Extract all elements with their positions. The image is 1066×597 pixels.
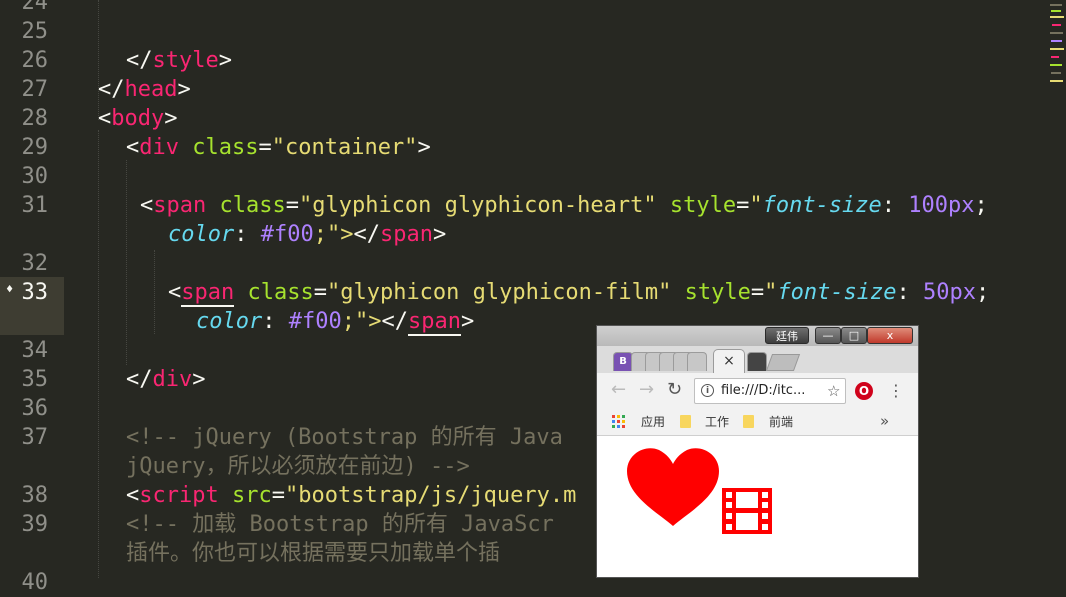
maximize-button[interactable]: □: [841, 327, 867, 344]
line-number: 39: [21, 512, 49, 537]
info-icon[interactable]: i: [701, 384, 714, 397]
page-content: [627, 448, 772, 534]
forward-icon[interactable]: →: [639, 380, 654, 400]
back-icon[interactable]: ←: [611, 380, 626, 400]
code-line-37-wrap: jQuery，所以必须放在前边) -->: [126, 454, 470, 479]
indent-guide: [154, 250, 155, 334]
code-line-35: </div>: [126, 367, 206, 392]
code-line-26: </style>: [126, 48, 232, 73]
line-number: 38: [21, 483, 49, 508]
line-number-gutter: ♦ 24 25 26 27 28 29 30 31 32 33 34 35 36…: [0, 0, 64, 595]
line-number: 34: [21, 338, 49, 363]
code-line-28: <body>: [98, 106, 178, 131]
reload-icon[interactable]: ↻: [667, 380, 682, 400]
code-line-27: </head>: [98, 77, 191, 102]
menu-icon[interactable]: ⋮: [888, 381, 904, 401]
bookmarks-bar: 应用 工作 前端 »: [597, 409, 918, 436]
line-number: 36: [21, 396, 49, 421]
new-tab-button[interactable]: [765, 354, 801, 371]
bookmark-frontend[interactable]: 前端: [769, 414, 793, 430]
more-bookmarks-button[interactable]: »: [880, 412, 889, 430]
code-line-33-wrap: color: #f00;"></span>: [196, 309, 475, 336]
indent-guide: [98, 130, 99, 578]
line-number: 29: [21, 135, 49, 160]
heart-icon: [627, 448, 719, 526]
bookmark-apps[interactable]: 应用: [641, 414, 665, 430]
code-line-33: <span class="glyphicon glyphicon-film" s…: [168, 280, 990, 307]
tab-pinned[interactable]: [687, 352, 707, 371]
tab-bootstrap[interactable]: B: [613, 352, 633, 371]
page-viewport: [597, 436, 918, 577]
title-bar[interactable]: 廷伟 — □ x: [597, 326, 918, 346]
indent-guide: [126, 160, 127, 365]
code-line-39-wrap: 插件。你也可以根据需要只加载单个插: [126, 541, 501, 566]
film-icon: [722, 488, 772, 534]
code-line-29: <div class="container">: [126, 135, 431, 160]
line-number: 28: [21, 106, 49, 131]
address-bar[interactable]: i file:///D:/itc... ☆: [694, 378, 846, 404]
code-line-38: <script src="bootstrap/js/jquery.m: [126, 483, 577, 508]
tab-strip: B ×: [597, 346, 918, 373]
apps-icon[interactable]: [612, 415, 626, 429]
folder-icon: [743, 415, 754, 428]
profile-button[interactable]: 廷伟: [765, 327, 809, 344]
line-number: 35: [21, 367, 49, 392]
line-number-current: 33: [21, 280, 49, 305]
opera-extension-icon[interactable]: O: [855, 382, 873, 400]
line-number: 31: [21, 193, 49, 218]
line-number: 25: [21, 19, 49, 44]
tab-active-close[interactable]: ×: [713, 349, 745, 373]
minimap[interactable]: [1048, 0, 1066, 90]
line-number: 40: [21, 570, 49, 595]
line-number: 30: [21, 164, 49, 189]
line-number: 37: [21, 425, 49, 450]
line-number: 32: [21, 251, 49, 276]
url-text[interactable]: file:///D:/itc...: [721, 379, 805, 403]
code-line-39: <!-- 加载 Bootstrap 的所有 JavaScr: [126, 512, 554, 537]
code-line-31-wrap: color: #f00;"></span>: [168, 222, 447, 247]
bookmark-star-icon[interactable]: ☆: [827, 379, 840, 403]
close-window-button[interactable]: x: [867, 327, 913, 344]
line-number: 24: [21, 0, 49, 15]
folder-icon: [680, 415, 691, 428]
line-number: 27: [21, 77, 49, 102]
browser-toolbar: ← → ↻ i file:///D:/itc... ☆ O ⋮: [597, 373, 918, 409]
code-line-31: <span class="glyphicon glyphicon-heart" …: [140, 193, 988, 218]
code-line-37: <!-- jQuery (Bootstrap 的所有 Java: [126, 425, 563, 450]
browser-window[interactable]: 廷伟 — □ x B × ← → ↻ i file:///D:/itc... ☆…: [596, 325, 919, 578]
line-number: 26: [21, 48, 49, 73]
bookmark-work[interactable]: 工作: [705, 414, 729, 430]
tab-spy[interactable]: [747, 352, 767, 371]
minimize-button[interactable]: —: [815, 327, 841, 344]
